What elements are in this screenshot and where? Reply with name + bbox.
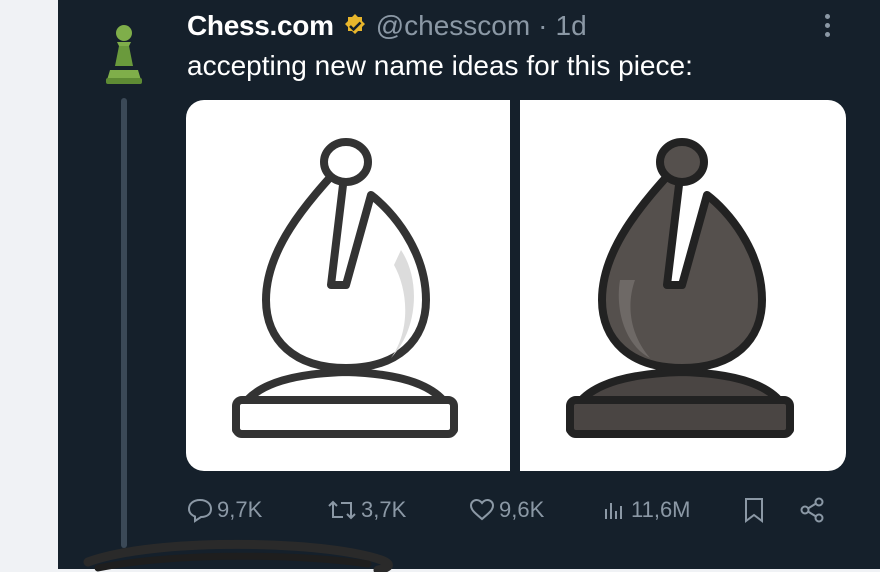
repost-count: 3,7K [361,497,407,522]
author-handle[interactable]: @chesscom [376,10,530,42]
tweet-header: Chess.com @chesscom · 1d [187,8,587,44]
reply-count: 9,7K [217,497,263,522]
repost-button[interactable]: 3,7K [327,490,406,530]
share-button[interactable] [799,490,827,530]
thread-line [121,98,127,548]
like-button[interactable]: 9,6K [469,490,544,530]
bookmark-icon [745,498,763,523]
reply-icon [187,498,213,523]
view-count: 11,6M [631,497,691,522]
media-image-right[interactable] [520,100,846,471]
tweet-media[interactable] [186,100,846,471]
views-icon [605,503,622,519]
repost-icon [328,500,356,520]
scribble-mark [83,539,393,572]
media-image-left[interactable] [186,100,510,471]
timestamp[interactable]: 1d [556,10,587,42]
author-name[interactable]: Chess.com [187,10,334,42]
verified-badge-icon [344,14,365,34]
like-count: 9,6K [499,497,545,522]
green-pawn-icon[interactable] [100,20,148,84]
separator: · [538,10,548,41]
dark-bishop-illustration [566,138,794,438]
white-bishop-illustration [232,138,458,438]
tweet-actions: 9,7K 3,7K 9,6K 11,6M [187,490,837,530]
reply-button[interactable]: 9,7K [187,490,262,530]
share-icon [800,497,824,523]
bookmark-button[interactable] [742,490,766,530]
views-button[interactable]: 11,6M [601,490,691,530]
more-options-icon[interactable] [818,14,836,44]
heart-icon [469,498,495,521]
tweet-text: accepting new name ideas for this piece: [187,50,693,81]
